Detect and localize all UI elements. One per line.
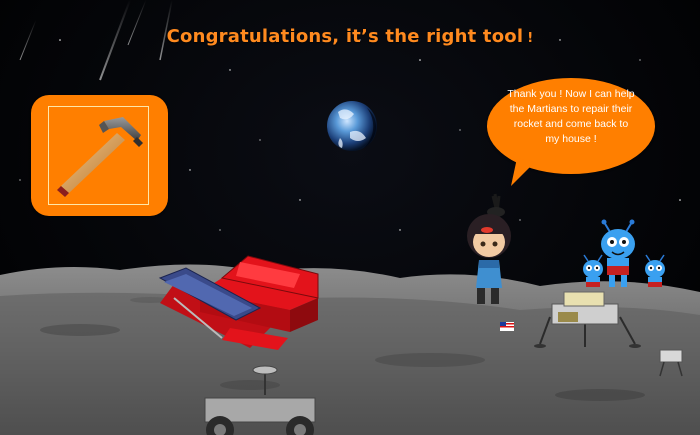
martian-right xyxy=(645,254,665,287)
hammer-icon xyxy=(57,117,143,197)
speech-bubble-tail xyxy=(511,158,535,186)
martian-left xyxy=(583,254,603,287)
congratulations-title: Congratulations, it’s the right tool! xyxy=(0,26,700,47)
earth-planet xyxy=(327,101,377,151)
selected-tool-card[interactable] xyxy=(31,95,168,216)
moon-landscape xyxy=(0,0,700,435)
game-scene: Congratulations, it’s the right tool! Th… xyxy=(0,0,700,435)
title-text: Congratulations, it’s the right tool xyxy=(166,26,524,47)
speech-text: Thank you ! Now I can help the Martians … xyxy=(507,88,635,145)
us-flag xyxy=(500,322,514,331)
title-exclaim: ! xyxy=(527,31,534,46)
moon-ground xyxy=(0,264,700,435)
martian-big xyxy=(601,219,635,287)
tool-frame xyxy=(48,106,149,205)
